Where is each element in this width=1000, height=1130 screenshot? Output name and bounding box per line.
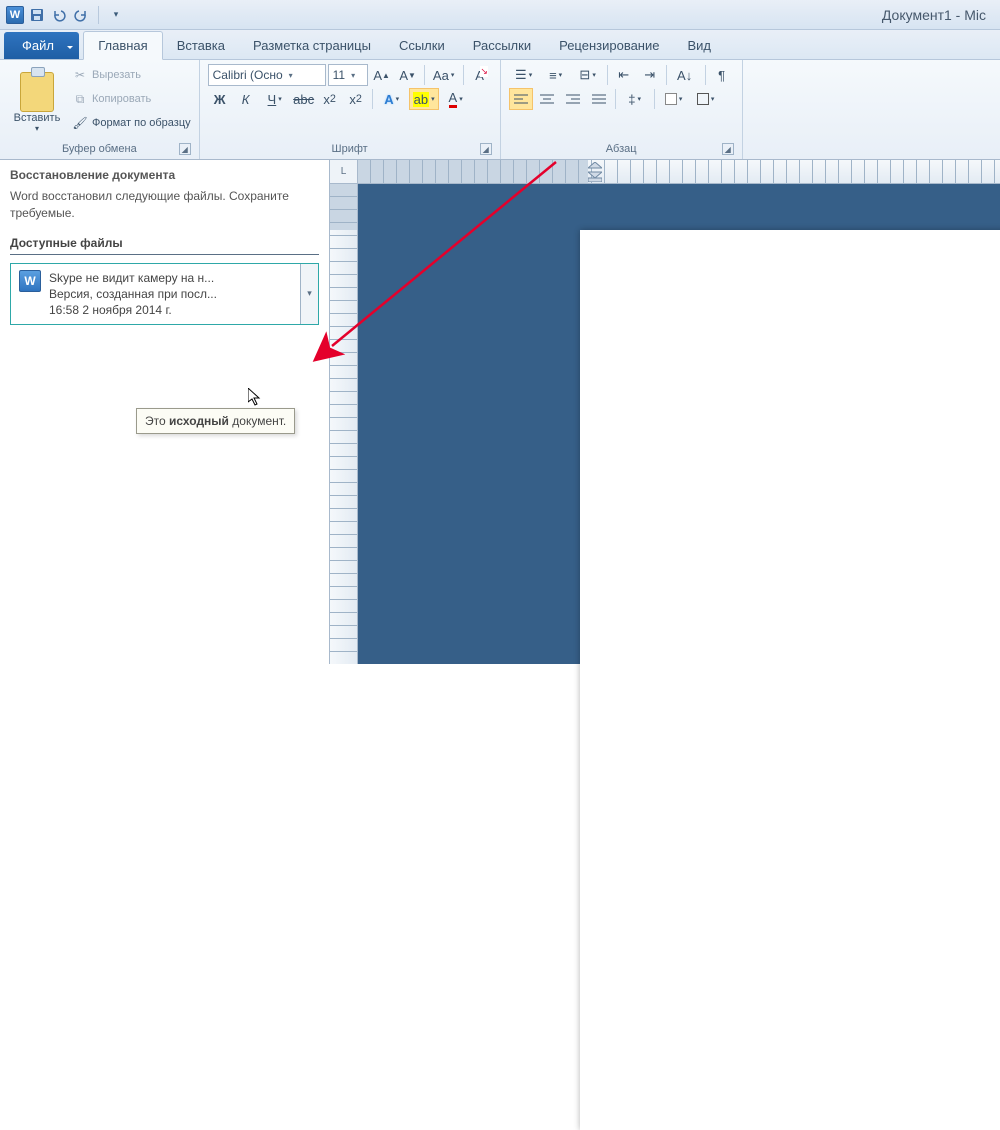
text-effects-button[interactable]: A▾ [377, 88, 407, 110]
vertical-ruler[interactable] [330, 184, 358, 664]
cut-label: Вырезать [92, 69, 141, 81]
group-font: Calibri (Осно▾ 11▾ A▲ A▼ Aa▾ A↘ Ж К Ч▾ a… [200, 60, 501, 159]
justify-button[interactable] [587, 88, 611, 110]
bold-button[interactable]: Ж [208, 88, 232, 110]
shading-button[interactable]: ▾ [659, 88, 689, 110]
document-area: L [330, 160, 1000, 664]
grow-font-button[interactable]: A▲ [370, 64, 394, 86]
scissors-icon: ✂ [72, 67, 88, 83]
tab-page-layout[interactable]: Разметка страницы [239, 32, 385, 59]
qat-customize-icon[interactable]: ▾ [107, 6, 125, 24]
tab-insert[interactable]: Вставка [163, 32, 239, 59]
font-dialog-launcher[interactable]: ◢ [480, 143, 492, 155]
ribbon: Вставить ▾ ✂ Вырезать ⧉ Копировать 🖌 Фор… [0, 60, 1000, 160]
underline-button[interactable]: Ч▾ [260, 88, 290, 110]
numbering-button[interactable]: ≡▾ [541, 64, 571, 86]
strikethrough-button[interactable]: abc [292, 88, 316, 110]
italic-button[interactable]: К [234, 88, 258, 110]
clipboard-dialog-launcher[interactable]: ◢ [179, 143, 191, 155]
qat-separator [98, 6, 99, 24]
clipboard-icon [20, 72, 54, 112]
ribbon-tabs: Файл Главная Вставка Разметка страницы С… [0, 30, 1000, 60]
quick-access-toolbar: W ▾ [6, 6, 125, 24]
undo-icon[interactable] [50, 6, 68, 24]
indent-marker-icon[interactable] [588, 162, 602, 182]
font-name-combo[interactable]: Calibri (Осно▾ [208, 64, 326, 86]
ruler-corner[interactable]: L [330, 160, 358, 184]
subscript-button[interactable]: x2 [318, 88, 342, 110]
recovery-item-dropdown[interactable]: ▾ [300, 264, 318, 325]
align-center-button[interactable] [535, 88, 559, 110]
brush-icon: 🖌 [72, 115, 88, 131]
tab-mailings[interactable]: Рассылки [459, 32, 545, 59]
title-bar: W ▾ Документ1 - Mic [0, 0, 1000, 30]
document-page[interactable] [580, 230, 1000, 1130]
recovery-title: Восстановление документа [10, 168, 319, 182]
available-files-heading: Доступные файлы [10, 236, 319, 255]
group-paragraph: ☰▾ ≡▾ ⊟▾ ⇤ ⇥ A↓ ¶ ‡▾ ▾ ▾ [501, 60, 743, 159]
font-size-combo[interactable]: 11▾ [328, 64, 368, 86]
increase-indent-button[interactable]: ⇥ [638, 64, 662, 86]
cut-button[interactable]: ✂ Вырезать [72, 64, 191, 86]
recovery-description: Word восстановил следующие файлы. Сохран… [10, 188, 319, 222]
window-title: Документ1 - Mic [125, 7, 994, 23]
line-spacing-button[interactable]: ‡▾ [620, 88, 650, 110]
copy-icon: ⧉ [72, 91, 88, 107]
word-doc-icon: W [19, 270, 41, 292]
horizontal-ruler[interactable] [358, 160, 1000, 184]
highlight-button[interactable]: ab▾ [409, 88, 439, 110]
save-icon[interactable] [28, 6, 46, 24]
shrink-font-button[interactable]: A▼ [396, 64, 420, 86]
font-color-button[interactable]: A▾ [441, 88, 471, 110]
bullets-button[interactable]: ☰▾ [509, 64, 539, 86]
recovery-tooltip: Это исходный документ. [136, 408, 295, 434]
copy-button[interactable]: ⧉ Копировать [72, 88, 191, 110]
show-marks-button[interactable]: ¶ [710, 64, 734, 86]
group-clipboard-label: Буфер обмена ◢ [8, 141, 191, 157]
tab-references[interactable]: Ссылки [385, 32, 459, 59]
group-clipboard: Вставить ▾ ✂ Вырезать ⧉ Копировать 🖌 Фор… [0, 60, 200, 159]
recovery-item[interactable]: W Skype не видит камеру на н... Версия, … [10, 263, 319, 326]
paste-button[interactable]: Вставить ▾ [8, 64, 66, 141]
borders-button[interactable]: ▾ [691, 88, 721, 110]
recovery-item-text: Skype не видит камеру на н... Версия, со… [49, 270, 217, 319]
tab-home[interactable]: Главная [83, 31, 162, 60]
change-case-button[interactable]: Aa▾ [429, 64, 459, 86]
format-painter-button[interactable]: 🖌 Формат по образцу [72, 112, 191, 134]
group-paragraph-label: Абзац ◢ [509, 141, 734, 157]
paste-label: Вставить [14, 112, 61, 124]
multilevel-button[interactable]: ⊟▾ [573, 64, 603, 86]
redo-icon[interactable] [72, 6, 90, 24]
group-font-label: Шрифт ◢ [208, 141, 492, 157]
superscript-button[interactable]: x2 [344, 88, 368, 110]
clear-formatting-button[interactable]: A↘ [468, 64, 492, 86]
tab-file[interactable]: Файл [4, 32, 79, 59]
sort-button[interactable]: A↓ [671, 64, 701, 86]
tab-review[interactable]: Рецензирование [545, 32, 673, 59]
format-painter-label: Формат по образцу [92, 117, 191, 129]
paragraph-dialog-launcher[interactable]: ◢ [722, 143, 734, 155]
copy-label: Копировать [92, 93, 151, 105]
decrease-indent-button[interactable]: ⇤ [612, 64, 636, 86]
align-left-button[interactable] [509, 88, 533, 110]
tab-view[interactable]: Вид [673, 32, 725, 59]
align-right-button[interactable] [561, 88, 585, 110]
word-app-icon[interactable]: W [6, 6, 24, 24]
